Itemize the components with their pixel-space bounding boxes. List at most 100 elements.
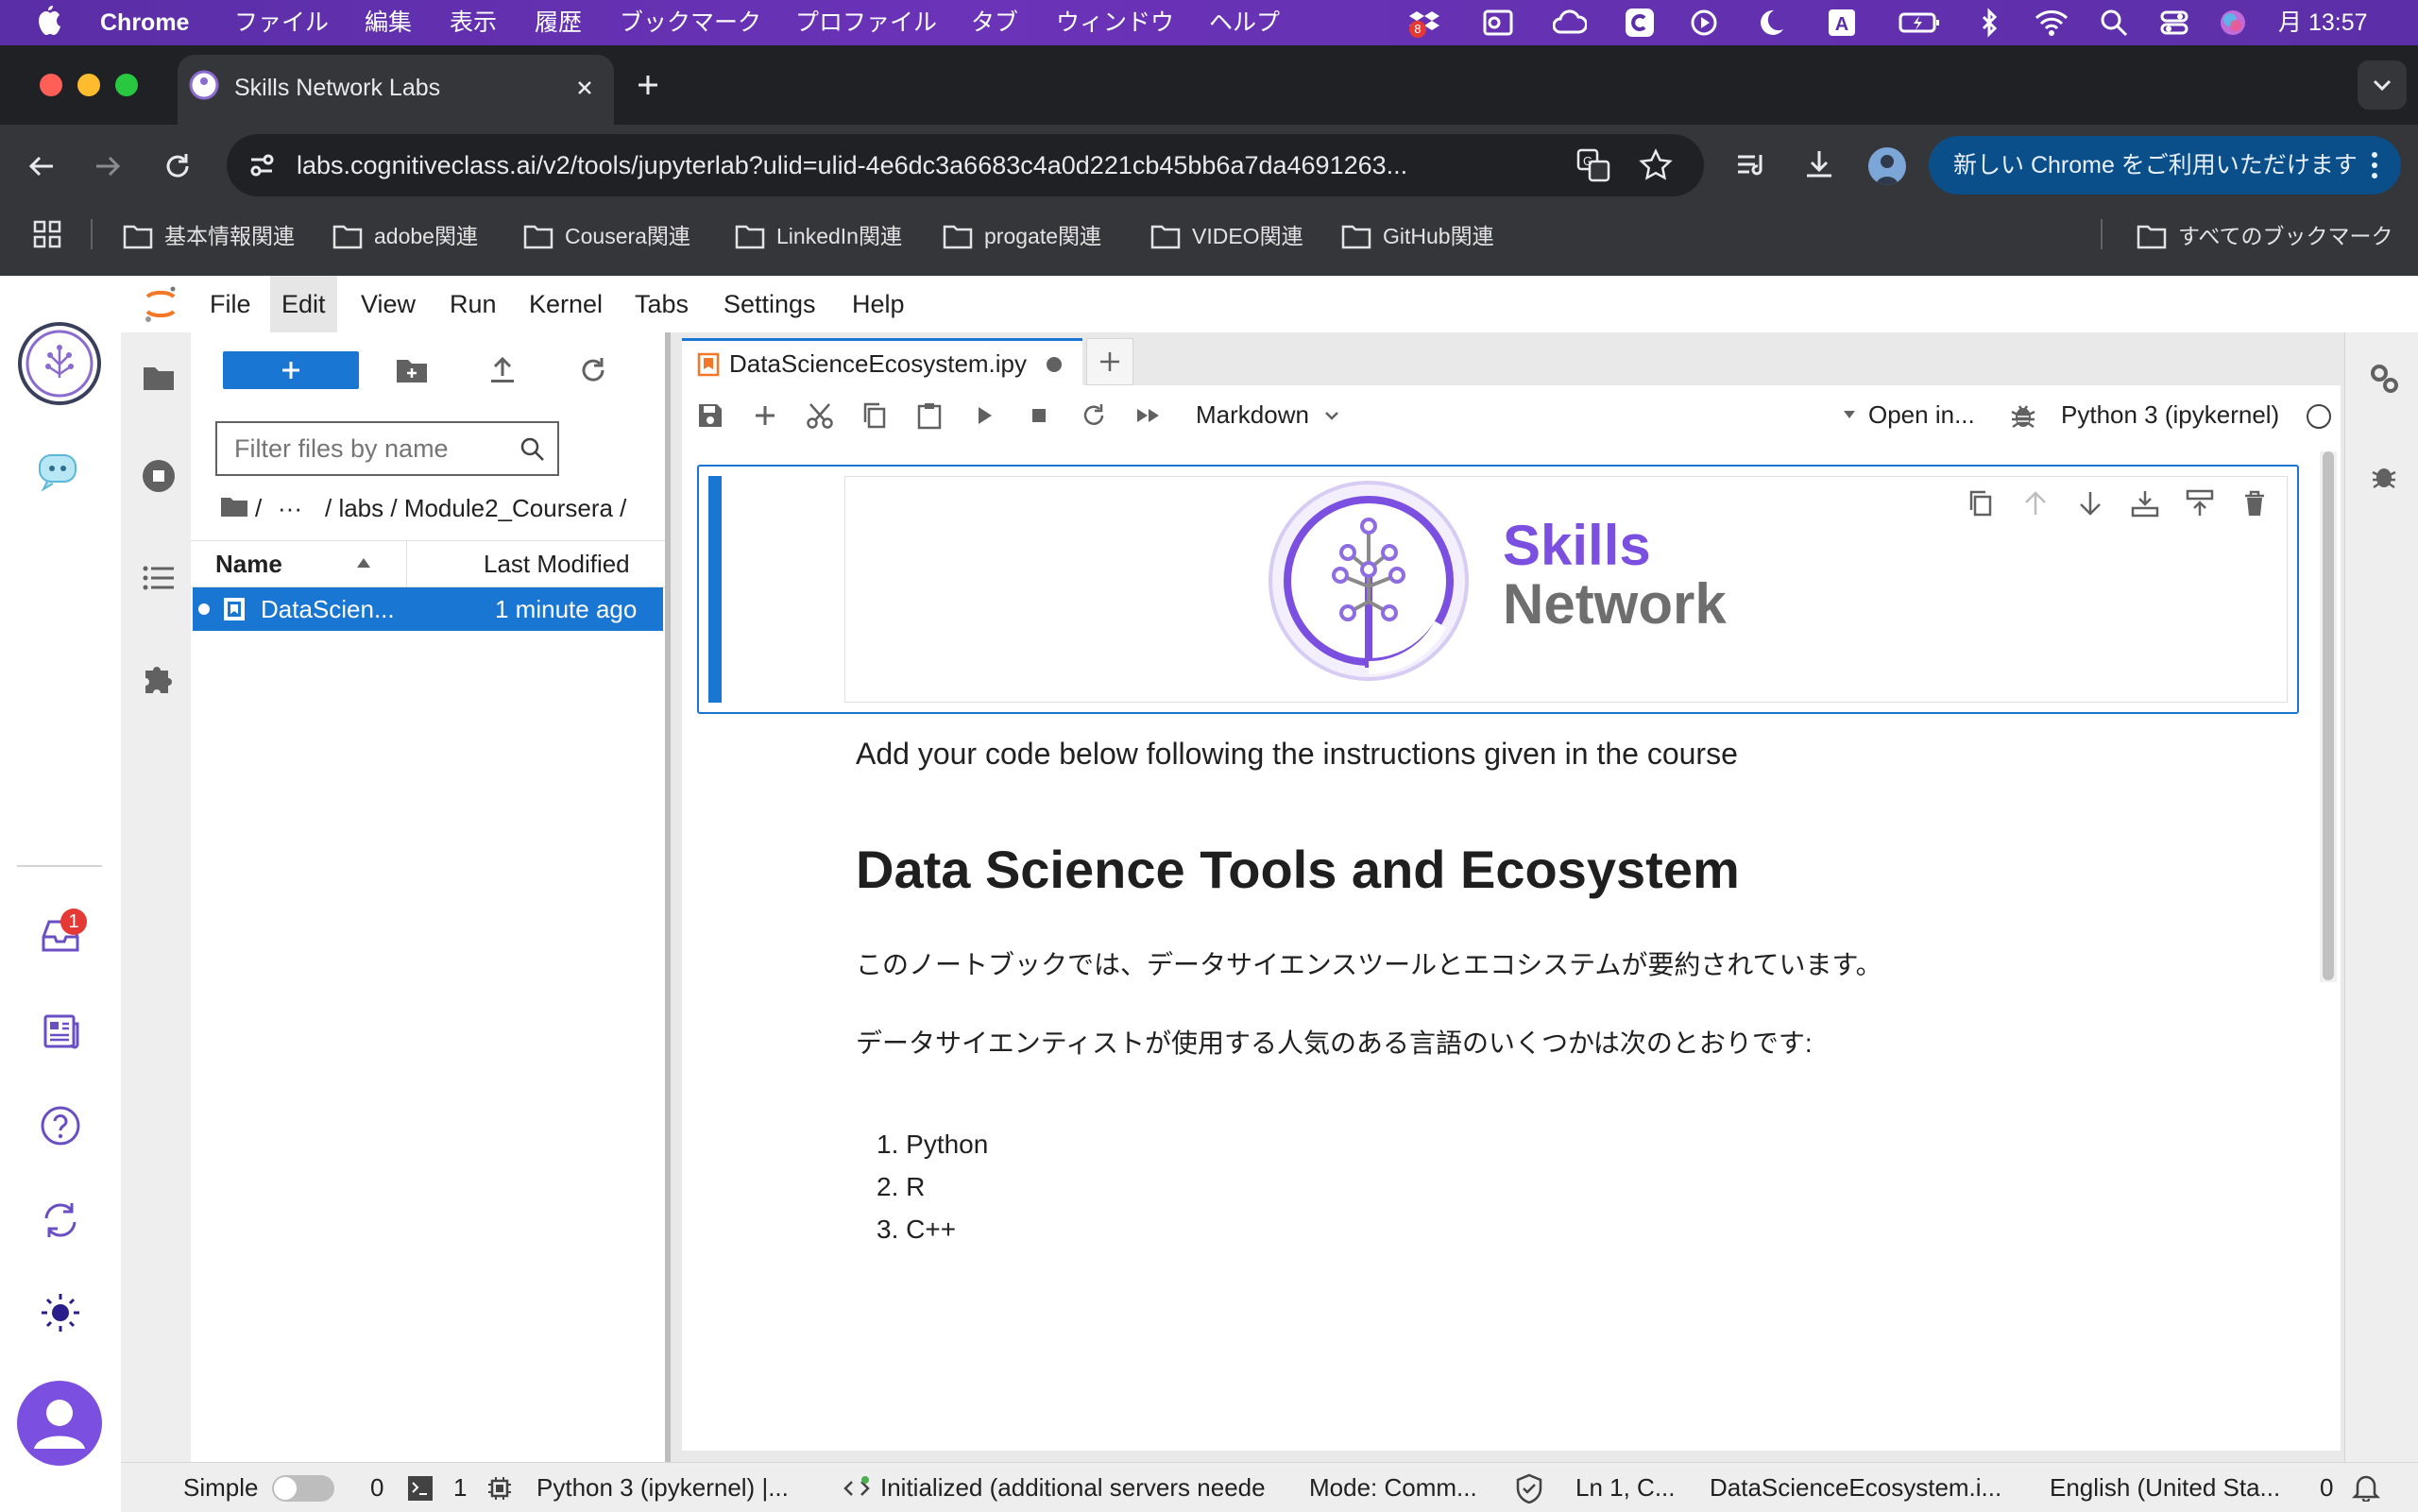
file-browser-folder-icon[interactable] [140, 359, 178, 397]
move-cell-down-icon[interactable] [2074, 487, 2106, 519]
url-text[interactable]: labs.cognitiveclass.ai/v2/tools/jupyterl… [297, 134, 1407, 196]
paste-icon[interactable] [914, 400, 945, 431]
running-sessions-icon[interactable] [140, 457, 178, 495]
new-tab-icon[interactable] [631, 68, 665, 102]
status-language[interactable]: English (United Sta... [2050, 1463, 2280, 1512]
copy-icon[interactable] [860, 400, 890, 431]
theme-sun-icon[interactable] [38, 1290, 83, 1335]
bluetooth-icon[interactable] [1974, 8, 2004, 38]
bookmark-folder-cousera[interactable]: Cousera関連 [523, 217, 690, 255]
bookmark-folder-linkedin[interactable]: LinkedIn関連 [735, 217, 902, 255]
menu-kernel[interactable]: Kernel [518, 276, 614, 332]
skills-network-logo-icon[interactable] [17, 321, 102, 406]
play-circle-icon[interactable] [1689, 8, 1719, 38]
reading-list-icon[interactable] [1734, 147, 1768, 181]
terminal-count[interactable]: 0 [370, 1463, 383, 1512]
table-of-contents-icon[interactable] [140, 559, 178, 597]
run-cell-icon[interactable] [969, 400, 999, 431]
moon-icon[interactable] [1755, 8, 1785, 38]
file-list-row[interactable]: DataScien... 1 minute ago [193, 587, 663, 631]
open-in-dropdown[interactable]: Open in... [1842, 393, 1984, 436]
menubar-app-name[interactable]: Chrome [100, 0, 189, 45]
kernel-chip-icon[interactable] [485, 1474, 514, 1503]
menu-edit[interactable]: Edit [270, 276, 337, 332]
translate-icon[interactable]: G [1575, 147, 1611, 183]
add-tab-button[interactable] [1086, 338, 1133, 385]
menu-run[interactable]: Run [438, 276, 508, 332]
menu-tabs[interactable]: Tabs [623, 276, 700, 332]
c-app-icon[interactable] [1625, 8, 1655, 38]
site-info-icon[interactable] [246, 149, 278, 181]
insert-cell-below-icon[interactable] [2129, 487, 2161, 519]
bookmark-folder-github[interactable]: GitHub関連 [1341, 217, 1494, 255]
menu-view[interactable]: View [349, 276, 427, 332]
new-launcher-button[interactable] [223, 351, 359, 389]
duplicate-cell-icon[interactable] [1965, 487, 1997, 519]
bookmark-folder-video[interactable]: VIDEO関連 [1150, 217, 1303, 255]
bookmark-folder-kihon[interactable]: 基本情報関連 [123, 217, 295, 255]
spotlight-search-icon[interactable] [2099, 8, 2129, 38]
breadcrumb-home-folder-icon[interactable] [219, 491, 249, 521]
interrupt-kernel-icon[interactable] [1024, 400, 1054, 431]
outlook-icon[interactable] [1483, 8, 1513, 38]
cell-collapser[interactable] [708, 476, 722, 703]
window-minimize-button[interactable] [77, 74, 100, 96]
menubar-item-edit[interactable]: 編集 [365, 0, 412, 45]
kebab-menu-icon[interactable] [2369, 150, 2380, 180]
tab-close-icon[interactable] [570, 74, 599, 102]
browser-tab[interactable]: Skills Network Labs [178, 55, 614, 125]
apps-grid-icon[interactable] [32, 219, 62, 249]
address-bar[interactable]: labs.cognitiveclass.ai/v2/tools/jupyterl… [227, 134, 1704, 196]
chat-bot-icon[interactable] [34, 448, 85, 495]
bookmark-star-icon[interactable] [1638, 147, 1674, 183]
column-name-header[interactable]: Name [215, 541, 282, 586]
menubar-item-tab[interactable]: タブ [971, 0, 1018, 45]
siri-icon[interactable] [2218, 8, 2248, 38]
trusted-shield-icon[interactable] [1515, 1473, 1543, 1504]
breadcrumb-ellipsis[interactable]: ··· [278, 485, 302, 531]
wifi-icon[interactable] [2035, 8, 2069, 38]
menubar-item-window[interactable]: ウィンドウ [1056, 0, 1174, 45]
window-zoom-button[interactable] [115, 74, 138, 96]
chrome-update-button[interactable]: 新しい Chrome をご利用いただけます [1929, 136, 2401, 195]
menubar-item-file[interactable]: ファイル [234, 0, 329, 45]
kernel-name[interactable]: Python 3 (ipykernel) [2061, 393, 2279, 436]
input-source-icon[interactable]: A [1827, 8, 1857, 38]
profile-avatar[interactable] [1868, 147, 1906, 185]
cursor-position[interactable]: Ln 1, C... [1575, 1463, 1676, 1512]
breadcrumb-path[interactable]: / labs / Module2_Coursera / [325, 485, 626, 531]
debugger-bug-icon[interactable] [2008, 400, 2038, 431]
new-folder-icon[interactable] [393, 351, 431, 389]
file-filter-input[interactable]: Filter files by name [215, 421, 559, 476]
scrollbar-thumb[interactable] [2323, 451, 2334, 980]
help-icon[interactable] [38, 1103, 83, 1148]
move-cell-up-icon[interactable] [2019, 487, 2052, 519]
status-kernel[interactable]: Python 3 (ipykernel) |... [536, 1463, 789, 1512]
refresh-icon[interactable] [574, 351, 612, 389]
forward-icon[interactable] [91, 149, 125, 183]
terminal-icon[interactable] [406, 1474, 434, 1503]
menu-help[interactable]: Help [841, 276, 916, 332]
sync-icon[interactable] [38, 1198, 83, 1243]
save-icon[interactable] [695, 400, 725, 431]
news-icon[interactable] [38, 1009, 83, 1054]
kernel-count[interactable]: 1 [453, 1463, 467, 1512]
notification-count[interactable]: 0 [2320, 1463, 2333, 1512]
apple-icon[interactable] [34, 6, 64, 36]
reload-icon[interactable] [161, 149, 195, 183]
menubar-item-help[interactable]: ヘルプ [1209, 0, 1280, 45]
bookmark-folder-adobe[interactable]: adobe関連 [332, 217, 478, 255]
cloud-sync-icon[interactable] [1553, 8, 1587, 38]
menubar-item-profile[interactable]: プロファイル [795, 0, 937, 45]
menubar-clock[interactable]: 月 13:57 [2278, 0, 2368, 45]
property-inspector-gears-icon[interactable] [2367, 361, 2401, 395]
notebook-tab[interactable]: DataScienceEcosystem.ipy [682, 338, 1082, 388]
column-modified-header[interactable]: Last Modified [484, 541, 630, 586]
insert-cell-icon[interactable] [750, 400, 780, 431]
simple-mode-toggle[interactable] [272, 1475, 334, 1502]
menu-settings[interactable]: Settings [712, 276, 827, 332]
menubar-item-bookmarks[interactable]: ブックマーク [620, 0, 761, 45]
restart-run-all-icon[interactable] [1133, 400, 1164, 431]
unsaved-dot-icon[interactable] [1047, 357, 1062, 372]
delete-cell-icon[interactable] [2239, 487, 2271, 519]
